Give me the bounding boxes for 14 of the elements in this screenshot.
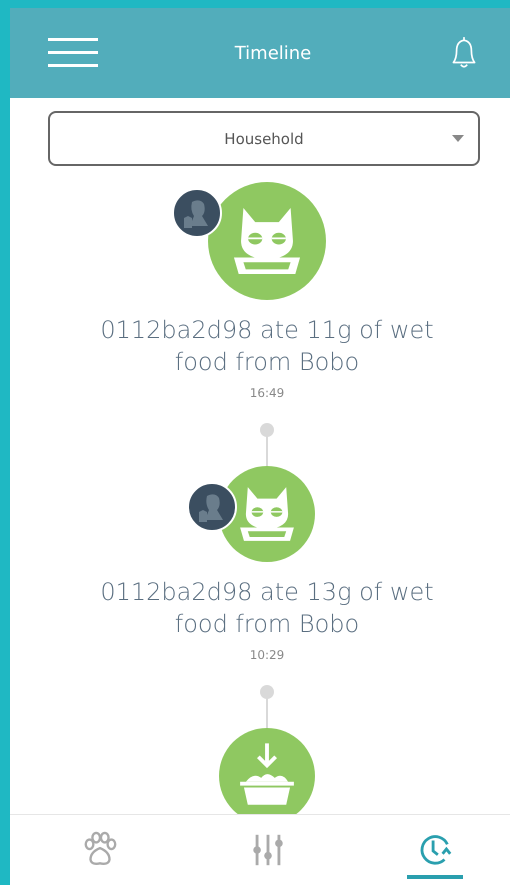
screen-title: Timeline [234, 42, 312, 64]
event-text: 0112ba2d98 ate 13g of wet food from Bobo [99, 577, 435, 640]
avatar-icon [187, 482, 237, 532]
timeline-connector [259, 684, 275, 730]
event-time: 16:49 [250, 386, 284, 400]
timeline-connector [259, 422, 275, 468]
household-dropdown[interactable]: Household [48, 111, 480, 166]
event-time: 10:29 [250, 648, 284, 662]
avatar-icon [172, 188, 222, 238]
menu-icon[interactable] [48, 38, 98, 68]
cat-eating-icon [208, 182, 326, 300]
cat-eating-icon [219, 466, 315, 562]
caret-icon [452, 135, 464, 142]
event-text: 0112ba2d98 ate 11g of wet food from Bobo [99, 315, 435, 378]
